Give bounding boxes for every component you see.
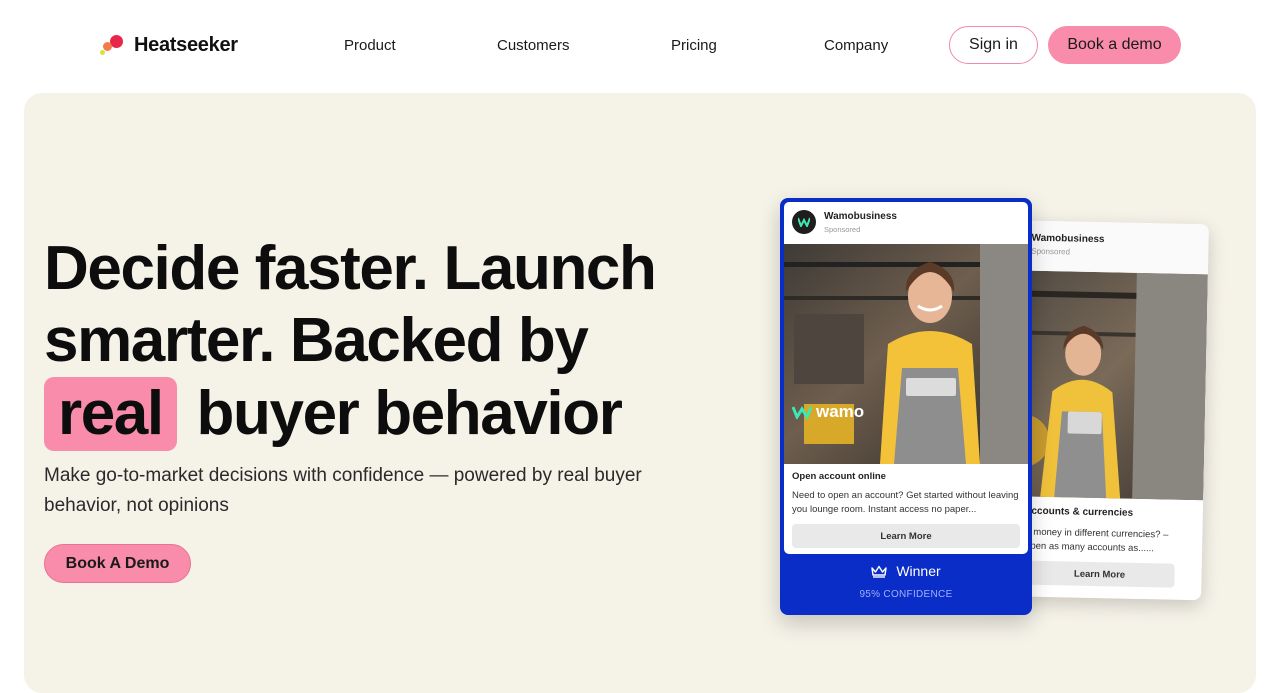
nav-link-company[interactable]: Company <box>824 37 888 54</box>
wamo-logo-text: wamo <box>816 402 865 421</box>
headline-line-3: real buyer behavior <box>44 377 724 451</box>
ad-card-variant-a-winner: Wamobusiness Sponsored wamo Open account… <box>780 198 1032 615</box>
wamo-w-icon <box>792 406 812 419</box>
ad-card-a-learn-more-button[interactable]: Learn More <box>792 524 1020 548</box>
book-demo-nav-button[interactable]: Book a demo <box>1048 26 1181 64</box>
ad-card-b-advertiser: Wamobusiness <box>1031 232 1105 246</box>
nav-link-pricing[interactable]: Pricing <box>671 37 717 54</box>
wamo-logo-overlay: wamo <box>792 402 864 422</box>
ad-card-a-photo <box>784 244 1028 464</box>
ad-card-a-advertiser: Wamobusiness <box>824 211 897 222</box>
headline-line-1: Decide faster. Launch <box>44 234 657 303</box>
book-demo-hero-button[interactable]: Book A Demo <box>44 544 191 583</box>
top-navigation: Heatseeker Product Customers Pricing Com… <box>0 0 1280 90</box>
crown-icon <box>871 565 888 578</box>
winner-footer: Winner 95% CONFIDENCE <box>780 554 1032 615</box>
ad-card-a-copy: Need to open an account? Get started wit… <box>792 490 1019 515</box>
ad-card-b-sponsored: Sponsored <box>1031 246 1071 257</box>
ad-card-a-sponsored: Sponsored <box>824 225 861 234</box>
wamo-avatar-icon <box>792 210 816 234</box>
ad-card-b-body: d money in different currencies? – open … <box>1025 526 1169 555</box>
hero-subheading: Make go-to-market decisions with confide… <box>44 465 642 516</box>
sign-in-button[interactable]: Sign in <box>949 26 1038 64</box>
winner-label: Winner <box>896 563 941 579</box>
winner-row: Winner <box>780 563 1032 579</box>
headline-line-3-rest: buyer behavior <box>196 379 623 448</box>
headline-highlight: real <box>44 377 177 451</box>
ad-card-b-headline: accounts & currencies <box>1025 505 1134 519</box>
ad-card-b-learn-more-button[interactable]: Learn More <box>1024 560 1175 588</box>
nav-link-product[interactable]: Product <box>344 37 396 54</box>
nav-link-customers[interactable]: Customers <box>497 37 570 54</box>
ad-card-a-body: Wamobusiness Sponsored wamo Open account… <box>784 202 1028 554</box>
ad-card-a-headline: Open account online <box>792 471 886 482</box>
hero-headline: Decide faster. Launch smarter. Backed by… <box>44 233 724 451</box>
headline-line-2: smarter. Backed by <box>44 306 589 375</box>
confidence-label: 95% CONFIDENCE <box>859 589 953 600</box>
